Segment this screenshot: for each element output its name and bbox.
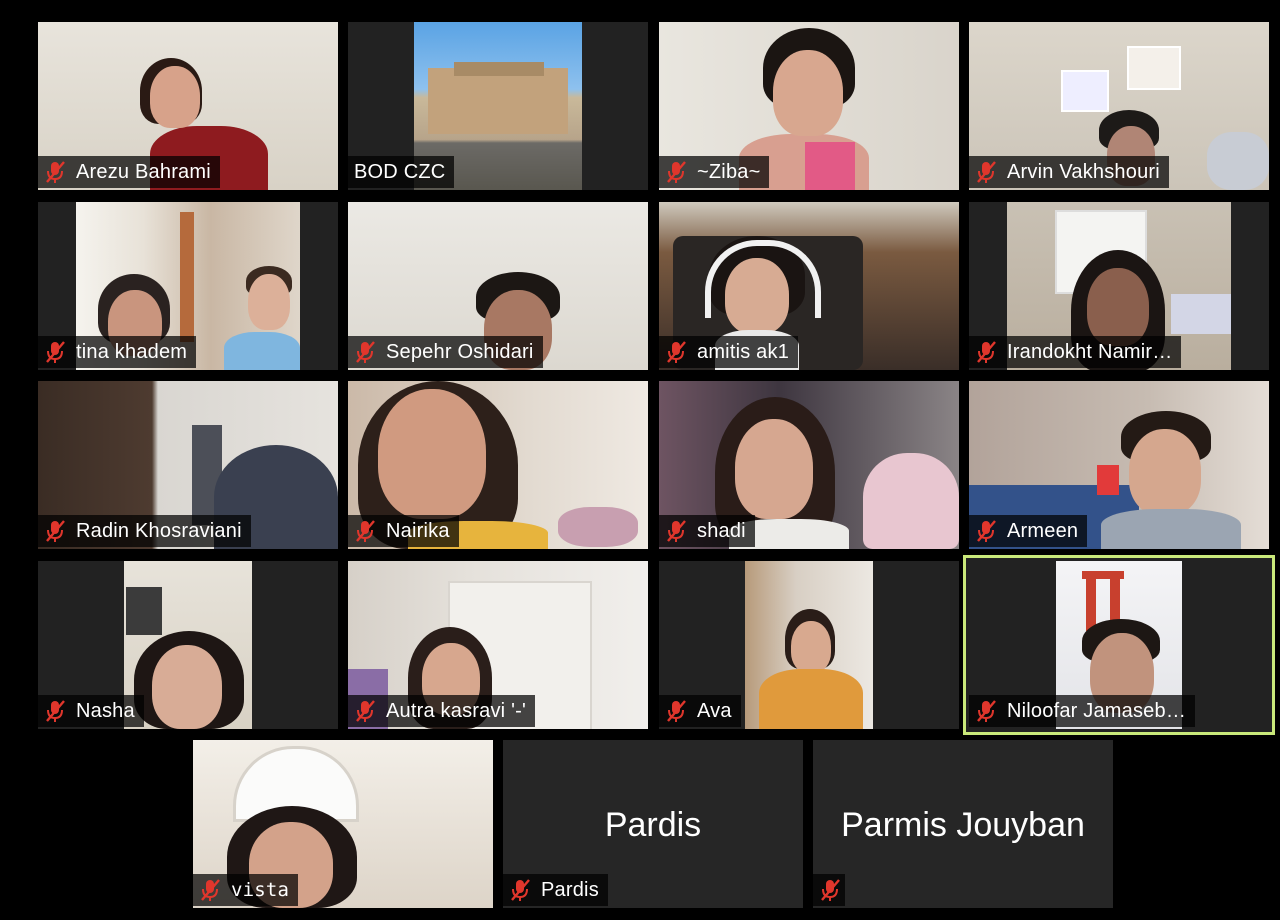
participant-name-label: BOD CZC [348, 156, 455, 188]
participant-name: Nasha [76, 699, 135, 722]
microphone-muted-icon [356, 341, 375, 363]
video-tile[interactable]: Armeen [969, 381, 1269, 549]
participant-name: vista [231, 879, 290, 901]
microphone-muted-icon [46, 520, 65, 542]
video-tile-no-video[interactable]: Parmis Jouyban [813, 740, 1113, 908]
participant-name-label: Radin Khosraviani [38, 515, 251, 547]
video-feed [745, 561, 873, 729]
participant-display-name: Parmis Jouyban [841, 806, 1085, 844]
participant-name: Arvin Vakhshouri [1007, 160, 1160, 183]
participant-name-label: Niloofar Jamaseb… [969, 695, 1196, 727]
participant-name-label: Nasha [38, 695, 144, 727]
participant-name: ~Ziba~ [697, 160, 761, 183]
video-tile[interactable]: Sepehr Oshidari [348, 202, 648, 370]
microphone-muted-icon [667, 341, 686, 363]
microphone-muted-icon [977, 341, 996, 363]
video-tile[interactable]: Nasha [38, 561, 338, 729]
participant-name: Niloofar Jamaseb… [1007, 699, 1187, 722]
participant-name: amitis ak1 [697, 340, 790, 363]
microphone-muted-icon [46, 700, 65, 722]
video-tile[interactable]: Radin Khosraviani [38, 381, 338, 549]
microphone-muted-icon [667, 700, 686, 722]
video-tile[interactable]: ~Ziba~ [659, 22, 959, 190]
participant-name-label: shadi [659, 515, 755, 547]
participant-display-name: Pardis [604, 806, 702, 844]
video-tile[interactable]: Arezu Bahrami [38, 22, 338, 190]
participant-name: shadi [697, 519, 746, 542]
participant-name: Pardis [541, 878, 599, 901]
participant-name: BOD CZC [354, 160, 446, 183]
microphone-muted-icon [356, 520, 375, 542]
participant-name: Autra kasravi '-' [386, 699, 526, 722]
participant-name: Arezu Bahrami [76, 160, 211, 183]
participant-name-label: Arezu Bahrami [38, 156, 220, 188]
participant-name-label: vista [193, 874, 299, 906]
participant-name-label: Arvin Vakhshouri [969, 156, 1169, 188]
participant-name-label: Ava [659, 695, 741, 727]
participant-name: Armeen [1007, 519, 1079, 542]
microphone-muted-icon [977, 700, 996, 722]
video-tile[interactable]: shadi [659, 381, 959, 549]
microphone-muted-icon [46, 161, 65, 183]
video-tile[interactable]: Ava [659, 561, 959, 729]
participant-name-label: Autra kasravi '-' [348, 695, 535, 727]
participant-name-label: tina khadem [38, 336, 197, 368]
microphone-muted-icon [977, 161, 996, 183]
video-tile[interactable]: Autra kasravi '-' [348, 561, 648, 729]
participant-name-label: Sepehr Oshidari [348, 336, 543, 368]
participant-name-label: amitis ak1 [659, 336, 799, 368]
participant-name-label: Nairika [348, 515, 459, 547]
video-tile[interactable]: vista [193, 740, 493, 908]
participant-name-label: Pardis [503, 874, 608, 906]
microphone-muted-icon [977, 520, 996, 542]
video-tile[interactable]: tina khadem [38, 202, 338, 370]
participant-name-label: ~Ziba~ [659, 156, 770, 188]
video-tile[interactable]: Nairika [348, 381, 648, 549]
video-tile-no-video[interactable]: Pardis Pardis [503, 740, 803, 908]
video-tile-active-speaker[interactable]: Niloofar Jamaseb… [963, 555, 1275, 735]
microphone-muted-icon [511, 879, 530, 901]
participant-name-label [813, 874, 845, 906]
microphone-muted-icon [356, 700, 375, 722]
video-tile[interactable]: amitis ak1 [659, 202, 959, 370]
participant-name: Irandokht Namir… [1007, 340, 1173, 363]
video-tile[interactable]: Irandokht Namir… [969, 202, 1269, 370]
participant-name-label: Armeen [969, 515, 1088, 547]
microphone-muted-icon [667, 161, 686, 183]
participant-name: tina khadem [76, 340, 188, 363]
participant-name-label: Irandokht Namir… [969, 336, 1182, 368]
microphone-muted-icon [821, 879, 840, 901]
video-tile[interactable]: BOD CZC [348, 22, 648, 190]
microphone-muted-icon [667, 520, 686, 542]
microphone-muted-icon [201, 879, 220, 901]
participant-name: Ava [697, 699, 732, 722]
participant-name: Radin Khosraviani [76, 519, 242, 542]
video-tile[interactable]: Arvin Vakhshouri [969, 22, 1269, 190]
microphone-muted-icon [46, 341, 65, 363]
participant-name: Nairika [386, 519, 450, 542]
participant-name: Sepehr Oshidari [386, 340, 534, 363]
